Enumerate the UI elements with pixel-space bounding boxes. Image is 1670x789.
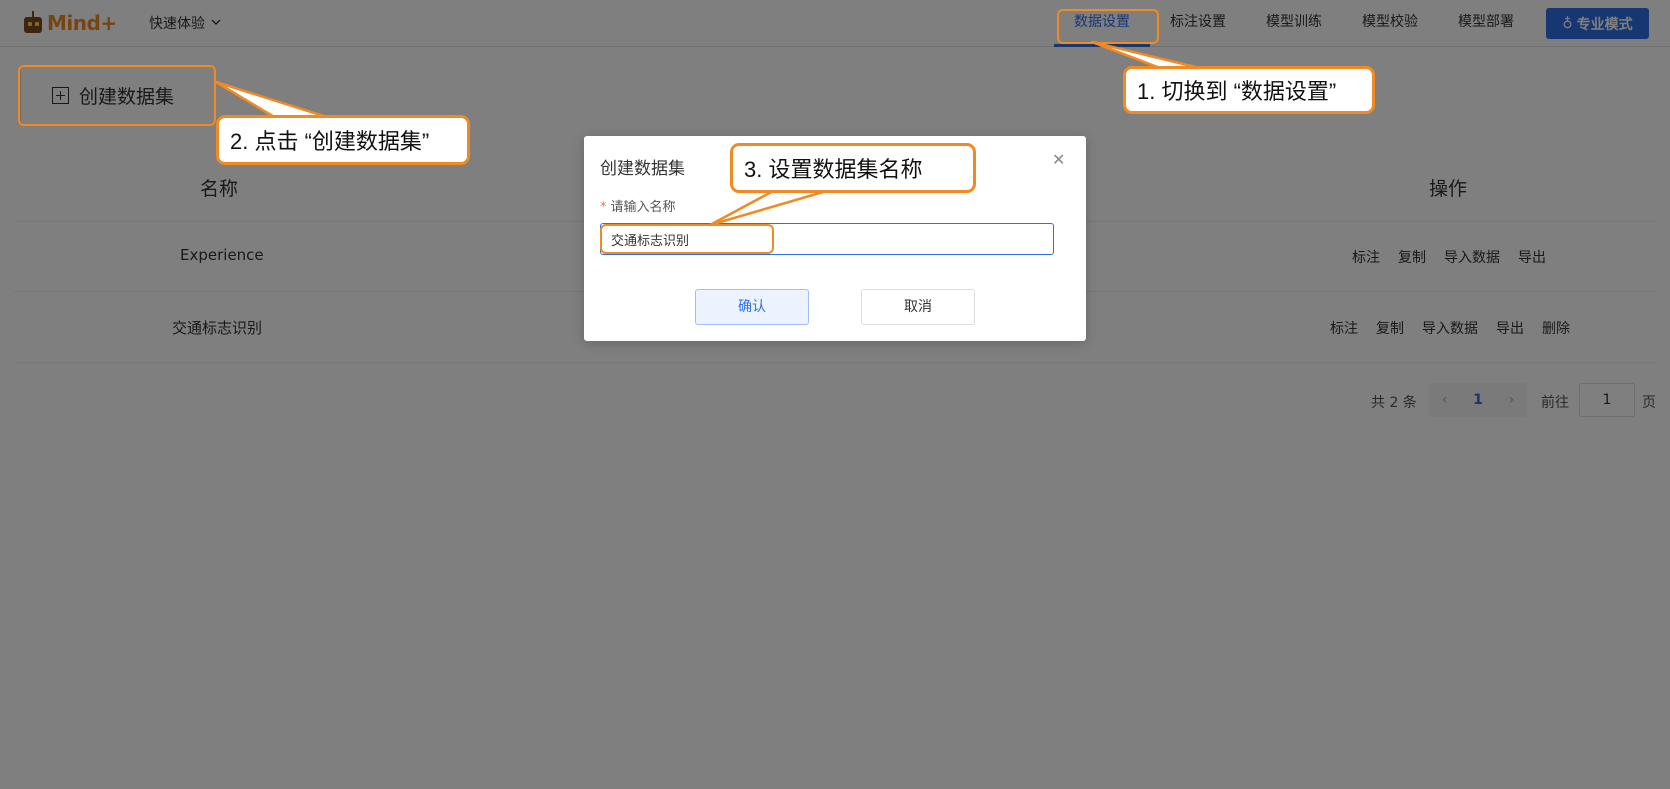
callout-step-1: 1. 切换到 “数据设置”: [1123, 66, 1375, 114]
callout-step-2: 2. 点击 “创建数据集”: [216, 115, 470, 165]
name-field-label-text: 请输入名称: [610, 200, 676, 215]
required-mark: *: [600, 200, 607, 215]
confirm-button[interactable]: 确认: [695, 289, 809, 325]
dialog-title: 创建数据集: [600, 159, 685, 179]
callout-step-3: 3. 设置数据集名称: [730, 143, 976, 193]
close-icon[interactable]: ✕: [1052, 150, 1065, 169]
highlight-name-input: [600, 224, 774, 254]
highlight-create-button: [18, 65, 216, 126]
highlight-data-settings-tab: [1057, 9, 1159, 44]
cancel-button[interactable]: 取消: [861, 289, 975, 325]
name-field-label: * 请输入名称: [600, 196, 676, 215]
